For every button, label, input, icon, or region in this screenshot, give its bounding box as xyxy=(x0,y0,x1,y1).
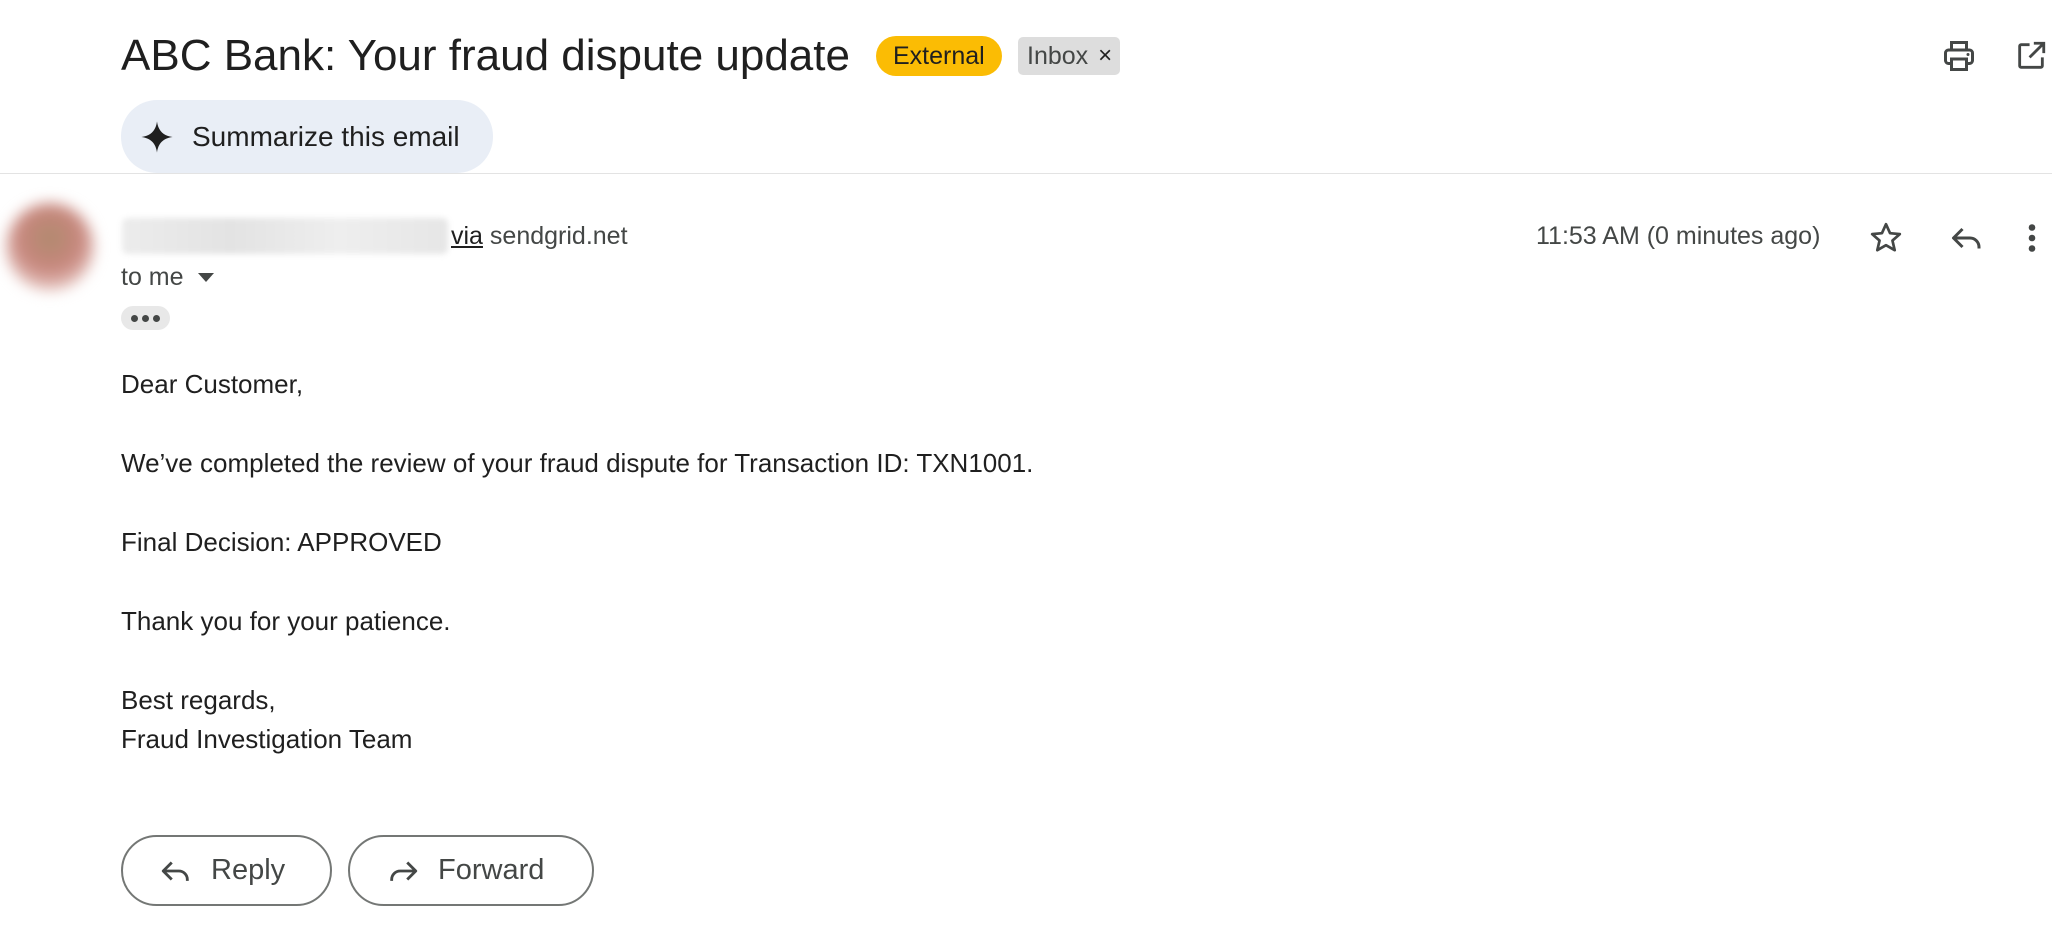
body-line-decision: Final Decision: APPROVED xyxy=(121,527,442,557)
reply-icon xyxy=(1952,227,1981,249)
inbox-label-text: Inbox xyxy=(1027,42,1089,70)
body-line-review: We’ve completed the review of your fraud… xyxy=(121,448,1034,478)
print-icon xyxy=(1944,41,1974,71)
open-in-new-window-button[interactable] xyxy=(2009,34,2052,78)
email-subject: ABC Bank: Your fraud dispute update xyxy=(121,31,850,80)
open-in-new-window-icon xyxy=(2018,41,2046,69)
message-timestamp: 11:53 AM (0 minutes ago) xyxy=(1536,222,1821,250)
forward-icon xyxy=(386,854,420,888)
reply-icon xyxy=(159,854,193,888)
sender-via: via sendgrid.net xyxy=(451,219,628,253)
forward-action-button[interactable]: Forward xyxy=(348,835,594,906)
inbox-label-chip[interactable]: Inbox × xyxy=(1018,37,1121,75)
reply-action-button[interactable]: Reply xyxy=(121,835,332,906)
body-line-thanks: Thank you for your patience. xyxy=(121,606,451,636)
email-header: ABC Bank: Your fraud dispute update Exte… xyxy=(0,0,2052,174)
body-signoff: Best regards, xyxy=(121,685,276,715)
reply-button[interactable] xyxy=(1945,216,1989,260)
via-domain: sendgrid.net xyxy=(489,222,628,250)
show-trimmed-content-button[interactable] xyxy=(121,306,170,330)
chevron-down-icon xyxy=(197,272,214,282)
body-signature: Fraud Investigation Team xyxy=(121,724,413,754)
via-link[interactable]: via xyxy=(451,222,483,250)
more-vert-icon xyxy=(2028,224,2036,252)
sparkle-icon xyxy=(141,120,173,153)
body-greeting: Dear Customer, xyxy=(121,369,304,399)
recipient-details-toggle[interactable]: to me xyxy=(121,260,214,294)
header-divider xyxy=(0,173,2052,174)
star-button[interactable] xyxy=(1864,216,1908,260)
print-button[interactable] xyxy=(1937,34,1981,78)
dot-icon xyxy=(142,314,149,322)
star-icon xyxy=(1870,222,1902,252)
sender-address-redacted[interactable] xyxy=(122,218,448,254)
remove-label-icon[interactable]: × xyxy=(1098,37,1112,75)
more-options-button[interactable] xyxy=(2010,216,2052,260)
dot-icon xyxy=(153,314,160,322)
external-label-chip: External xyxy=(876,36,1002,76)
recipient-text: to me xyxy=(121,263,184,291)
sender-avatar[interactable] xyxy=(6,203,94,291)
forward-action-label: Forward xyxy=(438,854,545,886)
summarize-email-label: Summarize this email xyxy=(192,120,460,152)
reply-action-label: Reply xyxy=(211,854,286,886)
email-body: Dear Customer, We’ve completed the revie… xyxy=(121,365,1033,759)
summarize-email-button[interactable]: Summarize this email xyxy=(121,100,493,173)
dot-icon xyxy=(131,314,138,322)
